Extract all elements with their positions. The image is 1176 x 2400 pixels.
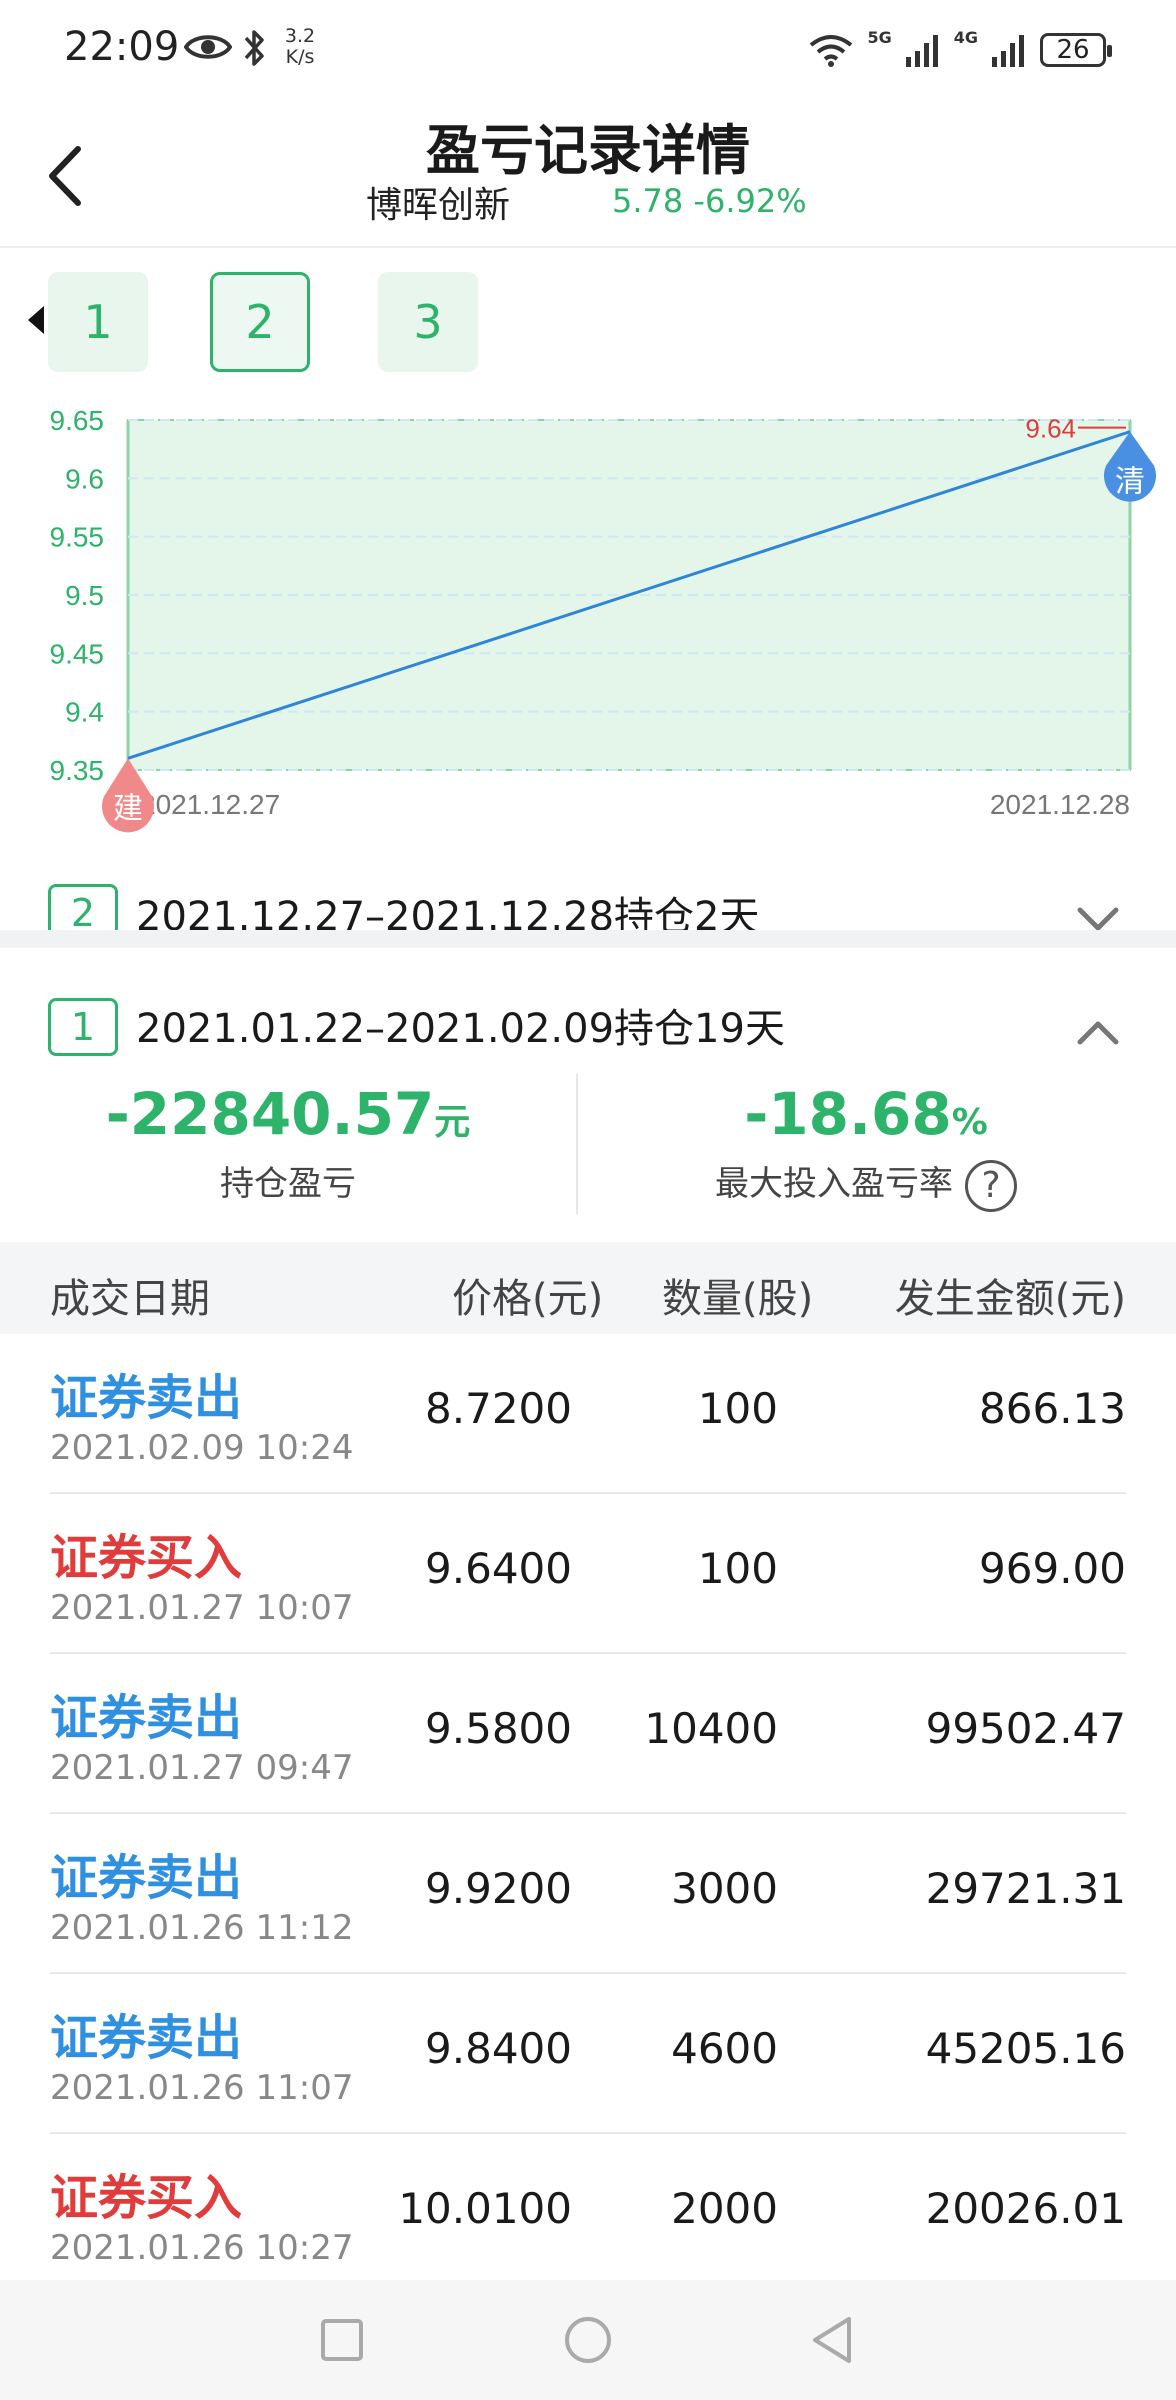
y-tick-label: 9.45 <box>50 638 105 669</box>
pnl-value: -22840.57元 <box>105 1080 471 1148</box>
position-summary: -22840.57元 持仓盈亏 -18.68% 最大投入盈亏率? <box>0 1060 1176 1240</box>
trade-amount: 969.00 <box>979 1544 1126 1593</box>
y-tick-label: 9.35 <box>50 755 105 786</box>
header-qty: 数量(股) <box>662 1276 814 1322</box>
table-row[interactable]: 证券卖出 2021.01.26 11:12 9.9200 3000 29721.… <box>0 1814 1176 1974</box>
recents-button[interactable] <box>312 2310 372 2370</box>
status-bar: 22:09 3.2 K/s 5G 4G 26 <box>0 0 1176 96</box>
trade-time: 2021.01.27 09:47 <box>50 1748 354 1788</box>
trade-amount: 45205.16 <box>925 2024 1126 2073</box>
trade-price: 9.8400 <box>425 2024 572 2073</box>
x-tick-label: 2021.12.27 <box>140 789 280 820</box>
status-icons: 5G 4G 26 <box>809 28 1112 72</box>
bluetooth-icon <box>244 30 264 66</box>
period-tab-3[interactable]: 3 <box>378 272 478 372</box>
section-divider <box>0 930 1176 948</box>
battery-icon: 26 <box>1040 33 1112 67</box>
trade-time: 2021.01.27 10:07 <box>50 1588 354 1628</box>
chevron-up-icon[interactable] <box>1076 1018 1120 1048</box>
table-row[interactable]: 证券买入 2021.01.27 10:07 9.6400 100 969.00 <box>0 1494 1176 1654</box>
end-value-label: 9.64 <box>1025 414 1076 444</box>
signal-icon <box>992 35 1024 67</box>
trade-time: 2021.02.09 10:24 <box>50 1428 354 1468</box>
table-row[interactable]: 证券卖出 2021.01.26 11:07 9.8400 4600 45205.… <box>0 1974 1176 2134</box>
header-date: 成交日期 <box>50 1276 210 1322</box>
table-row[interactable]: 证券买入 2021.01.26 10:27 10.0100 2000 20026… <box>0 2134 1176 2280</box>
trade-qty: 10400 <box>644 1704 778 1753</box>
home-button[interactable] <box>558 2310 618 2370</box>
sim2-label: 4G <box>953 28 978 47</box>
net-speed: 3.2 K/s <box>284 25 316 68</box>
trade-amount: 866.13 <box>979 1384 1126 1433</box>
trade-type: 证券卖出 <box>50 1370 243 1426</box>
close-marker-label: 清 <box>1115 465 1145 500</box>
trade-type: 证券卖出 <box>50 2010 243 2066</box>
trade-price: 9.5800 <box>425 1704 572 1753</box>
tabs-scroll-left-icon[interactable] <box>28 306 44 334</box>
trade-qty: 2000 <box>671 2184 778 2233</box>
trade-qty: 3000 <box>671 1864 778 1913</box>
rate-label: 最大投入盈亏率 <box>715 1164 953 1204</box>
rate-label-row: 最大投入盈亏率? <box>578 1156 1154 1212</box>
circle-icon <box>565 2317 611 2363</box>
eye-icon <box>184 35 232 59</box>
trade-time: 2021.01.26 11:07 <box>50 2068 354 2108</box>
trade-price: 9.9200 <box>425 1864 572 1913</box>
stock-quote: 5.78 -6.92% <box>612 182 807 220</box>
trade-time: 2021.01.26 10:27 <box>50 2228 354 2268</box>
trade-price: 8.7200 <box>425 1384 572 1433</box>
sim1-label: 5G <box>867 28 892 47</box>
trade-price: 9.6400 <box>425 1544 572 1593</box>
page-title: 盈亏记录详情 <box>426 119 750 182</box>
trade-type: 证券买入 <box>50 1530 243 1586</box>
table-row[interactable]: 证券卖出 2021.02.09 10:24 8.7200 100 866.13 <box>0 1334 1176 1494</box>
trade-amount: 99502.47 <box>925 1704 1126 1753</box>
open-marker-label: 建 <box>113 791 143 826</box>
back-nav-button[interactable] <box>802 2310 862 2370</box>
trade-qty: 100 <box>697 1384 778 1433</box>
period-tab-2[interactable]: 2 <box>210 272 310 372</box>
header-amount: 发生金额(元) <box>894 1276 1126 1322</box>
trade-time: 2021.01.26 11:12 <box>50 1908 354 1948</box>
y-tick-label: 9.65 <box>50 405 105 436</box>
y-tick-label: 9.4 <box>65 697 104 728</box>
trade-type: 证券卖出 <box>50 1850 243 1906</box>
page-header: 盈亏记录详情 博晖创新 5.78 -6.92% <box>0 96 1176 248</box>
price-chart: 9.65 9.6 9.55 9.5 9.45 9.4 9.35 2021.12.27 2021.… <box>50 405 1157 833</box>
y-tick-label: 9.5 <box>65 580 104 611</box>
trade-qty: 100 <box>697 1544 778 1593</box>
stock-name: 博晖创新 <box>366 185 511 226</box>
y-tick-label: 9.6 <box>65 463 104 494</box>
period-tab-1[interactable]: 1 <box>48 272 148 372</box>
battery-level: 26 <box>1056 35 1090 65</box>
y-tick-label: 9.55 <box>50 522 105 553</box>
table-row[interactable]: 证券卖出 2021.01.27 09:47 9.5800 10400 99502… <box>0 1654 1176 1814</box>
trade-price: 10.0100 <box>398 2184 572 2233</box>
system-nav-bar <box>0 2280 1176 2400</box>
position-range: 2021.01.22–2021.02.09持仓19天 <box>136 1006 785 1052</box>
pnl-summary: -22840.57元 持仓盈亏 <box>0 1080 576 1205</box>
status-time: 22:09 <box>64 24 180 70</box>
triangle-back-icon <box>813 2317 851 2363</box>
position-index-badge: 1 <box>48 998 118 1056</box>
x-tick-label: 2021.12.28 <box>990 789 1130 820</box>
rate-summary: -18.68% 最大投入盈亏率? <box>578 1080 1154 1212</box>
position-row-1[interactable]: 1 2021.01.22–2021.02.09持仓19天 <box>0 972 1176 1072</box>
trades-table-header: 成交日期 价格(元) 数量(股) 发生金额(元) <box>0 1242 1176 1334</box>
trade-qty: 4600 <box>671 2024 778 2073</box>
trade-type: 证券卖出 <box>50 1690 243 1746</box>
pnl-label: 持仓盈亏 <box>220 1164 356 1204</box>
trade-amount: 20026.01 <box>925 2184 1126 2233</box>
wifi-icon <box>810 35 853 67</box>
help-icon[interactable]: ? <box>965 1159 1017 1212</box>
signal-icon <box>905 35 938 67</box>
header-price: 价格(元) <box>452 1276 604 1322</box>
rate-value: -18.68% <box>744 1080 988 1148</box>
square-icon <box>321 2319 363 2361</box>
trade-type: 证券买入 <box>50 2170 243 2226</box>
trade-amount: 29721.31 <box>925 1864 1126 1913</box>
